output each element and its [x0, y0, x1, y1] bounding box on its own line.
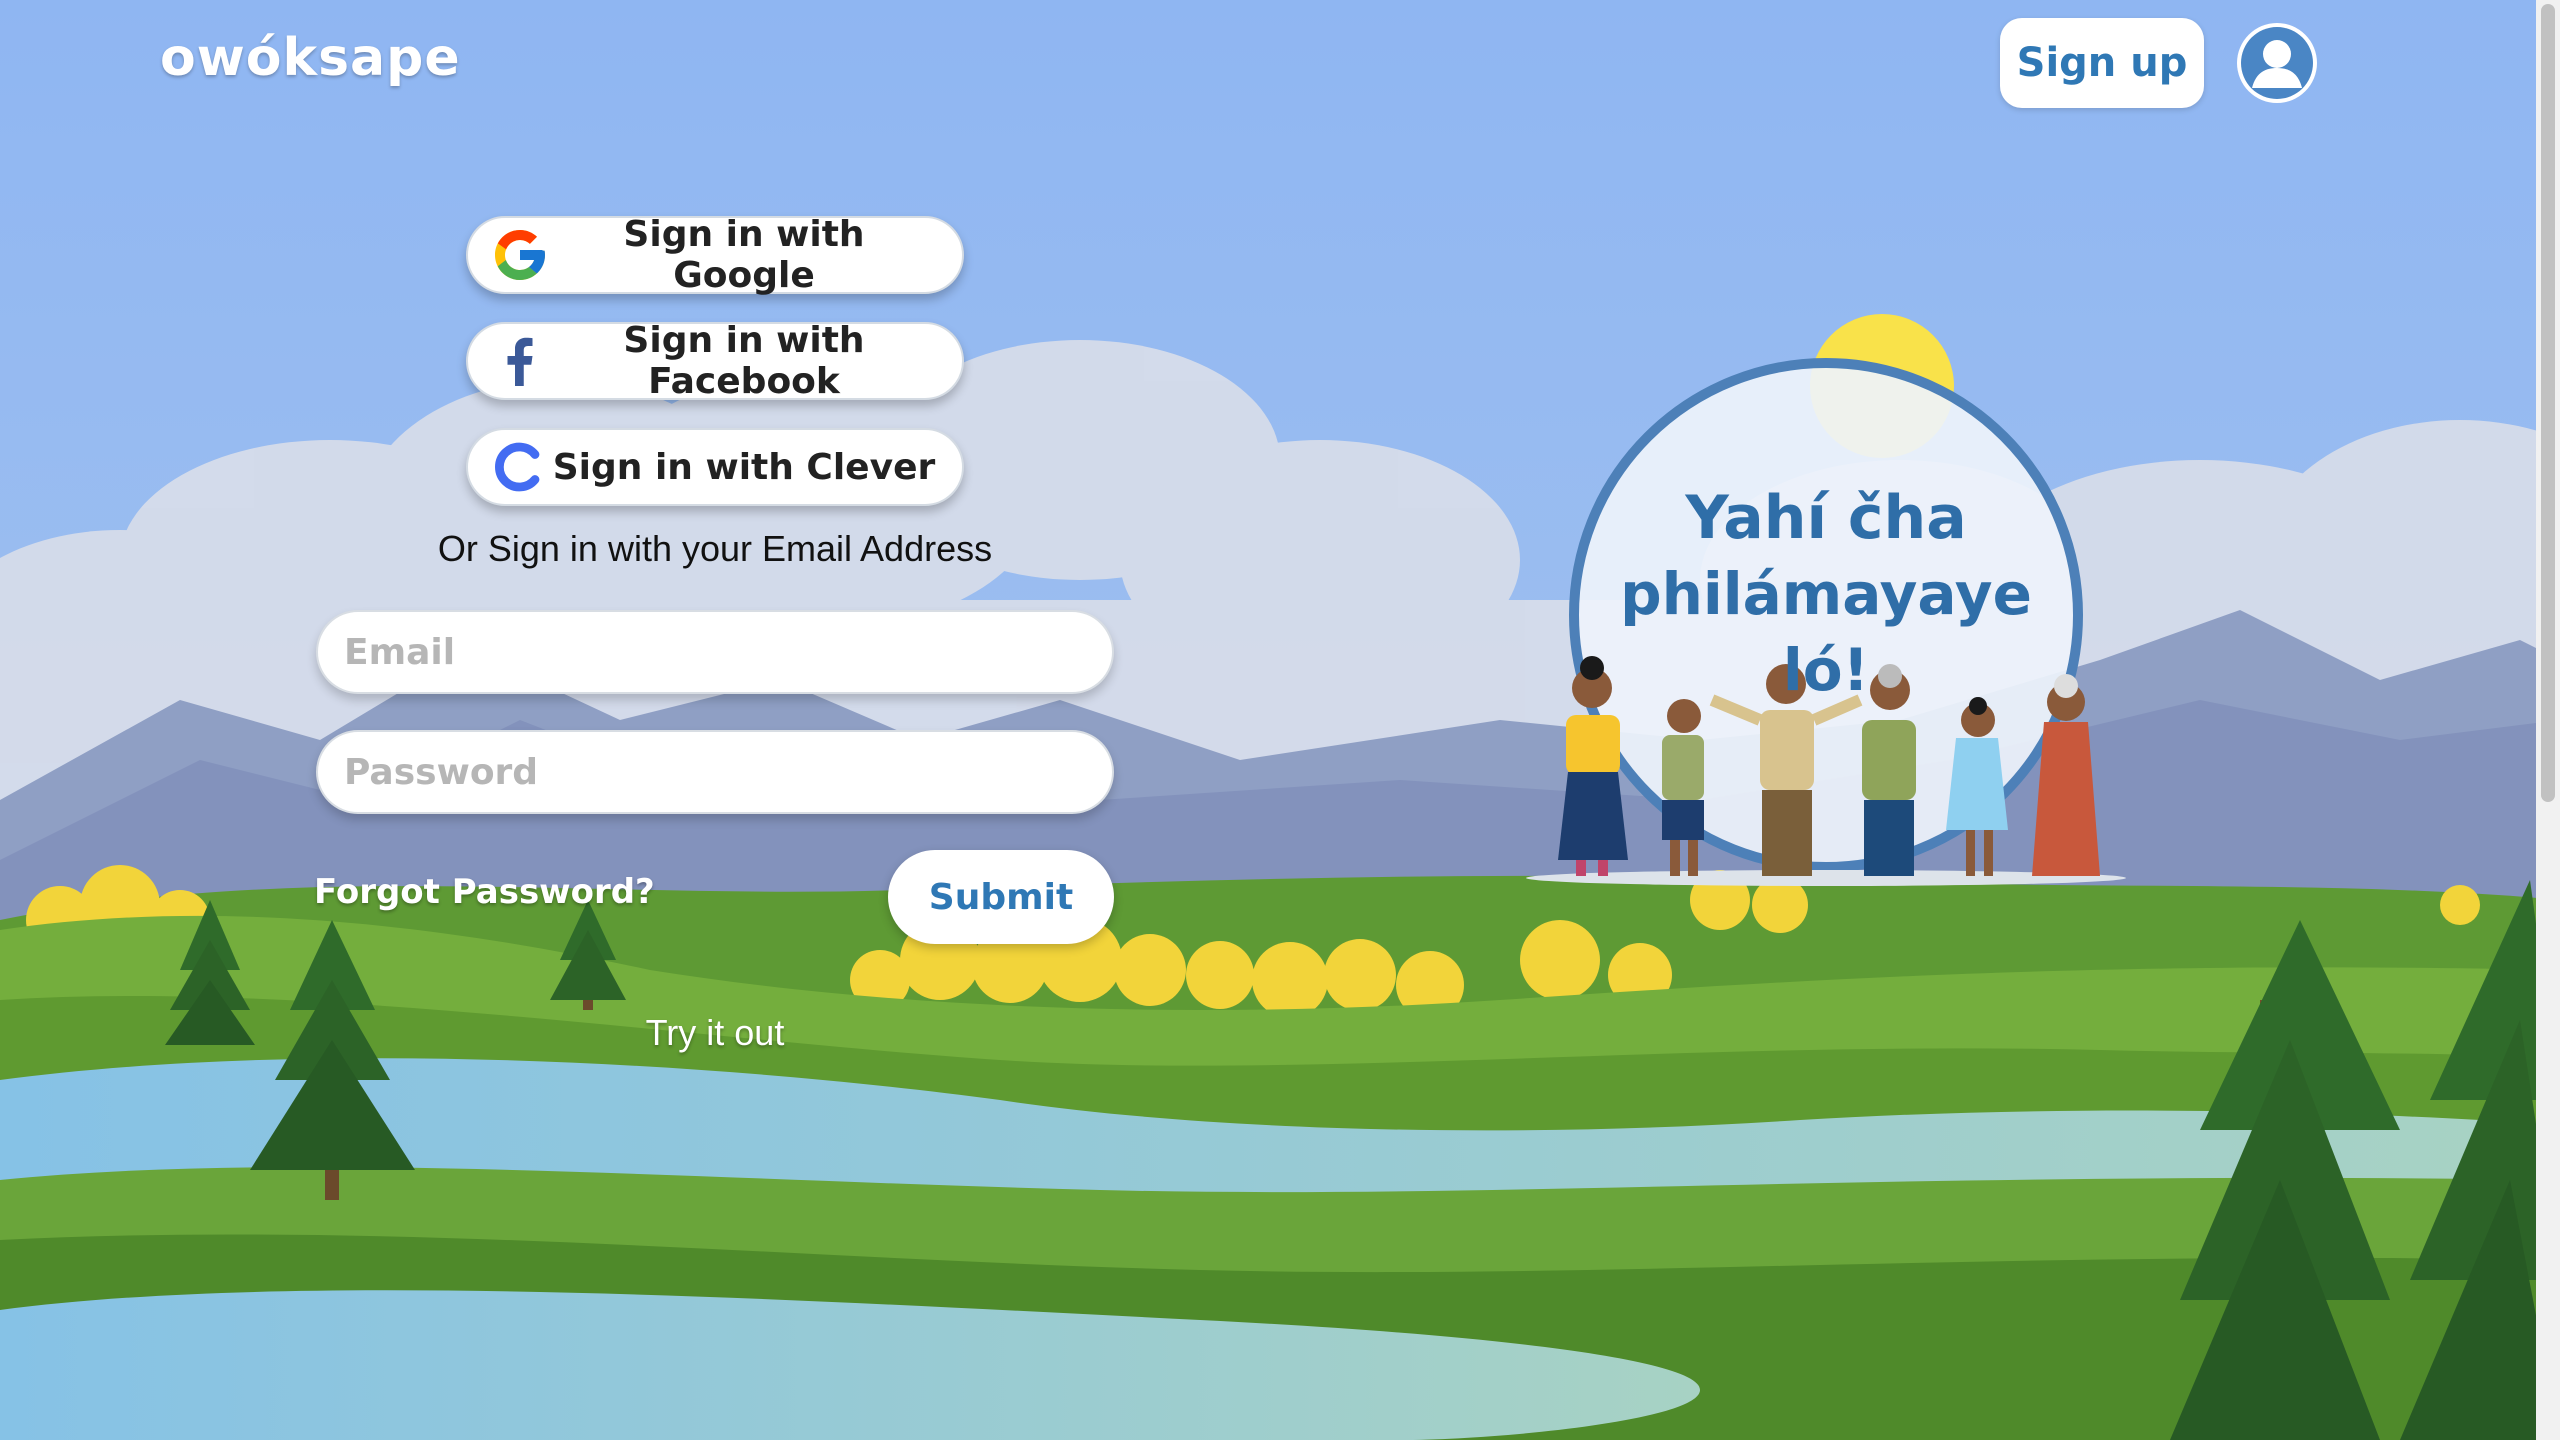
sign-up-button[interactable]: Sign up — [2000, 18, 2204, 108]
clever-icon — [495, 442, 540, 492]
email-input[interactable] — [316, 610, 1114, 694]
brand-logo[interactable]: owóksape — [160, 28, 461, 88]
landscape-background — [0, 0, 2560, 1440]
clever-sign-in-label: Sign in with Clever — [552, 446, 936, 488]
email-sign-in-prompt: Or Sign in with your Email Address — [437, 528, 993, 569]
facebook-sign-in-button[interactable]: Sign in with Facebook — [466, 320, 964, 402]
scrollbar-thumb[interactable] — [2541, 4, 2555, 802]
password-input[interactable] — [316, 730, 1114, 814]
try-it-out-link[interactable]: Try it out — [560, 1012, 870, 1054]
user-avatar-icon[interactable] — [2236, 22, 2318, 104]
google-icon — [495, 230, 545, 280]
facebook-icon — [507, 337, 533, 386]
clever-sign-in-button[interactable]: Sign in with Clever — [466, 428, 964, 506]
hero-greeting-line-2: philámayaye ló! — [1620, 560, 2032, 704]
facebook-sign-in-label: Sign in with Facebook — [623, 320, 865, 402]
submit-button[interactable]: Submit — [888, 850, 1114, 944]
hero-greeting-line-1: Yahí čha — [1685, 483, 1967, 553]
forgot-password-link[interactable]: Forgot Password? — [314, 872, 655, 912]
google-sign-in-label: Sign in with Google — [623, 214, 865, 296]
google-sign-in-button[interactable]: Sign in with Google — [466, 214, 964, 296]
hero-greeting: Yahí čha philámayaye ló! — [1576, 480, 2076, 708]
